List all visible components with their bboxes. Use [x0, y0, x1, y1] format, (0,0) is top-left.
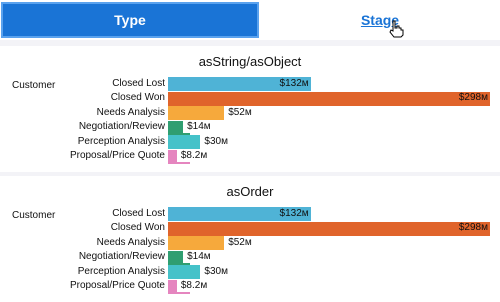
value-label: $298м — [458, 222, 488, 233]
category-label: Perception Analysis — [77, 265, 165, 277]
category-label: Proposal/Price Quote — [69, 150, 165, 161]
chart-panel-2: asOrder Customer Closed Lost $132м Closed … — [0, 176, 500, 302]
bar[interactable] — [168, 265, 201, 277]
chart-panel-1: asString/asObject Customer Closed Lost $1… — [0, 46, 500, 172]
value-label: $14м — [187, 121, 211, 132]
bar[interactable] — [168, 106, 225, 118]
category-label: Negotiation/Review — [78, 251, 165, 262]
chart-title: asOrder — [226, 184, 274, 199]
category-label: Closed Lost — [112, 207, 165, 219]
bar[interactable] — [168, 120, 184, 133]
dimension-label: Customer — [12, 210, 56, 221]
value-label: $132м — [279, 77, 309, 89]
category-label: Closed Won — [110, 222, 165, 233]
category-label: Closed Lost — [112, 77, 165, 89]
bar[interactable] — [168, 279, 177, 292]
value-label: $52м — [228, 106, 252, 118]
category-label: Closed Won — [110, 92, 165, 103]
value-label: $8.2м — [180, 280, 208, 291]
bar[interactable] — [168, 91, 490, 104]
category-label: Perception Analysis — [77, 135, 165, 147]
value-label: $298м — [458, 92, 488, 103]
dimension-label: Customer — [12, 80, 56, 91]
value-label: $52м — [228, 236, 252, 248]
category-label: Proposal/Price Quote — [69, 280, 165, 291]
tab-type-label: Type — [114, 12, 146, 28]
chart-title: asString/asObject — [198, 54, 302, 69]
tab-bar: Type Stage — [0, 0, 500, 40]
bar[interactable] — [168, 250, 184, 263]
value-label: $8.2м — [180, 150, 208, 161]
category-label: Negotiation/Review — [78, 121, 165, 132]
bar[interactable] — [168, 236, 225, 248]
bar[interactable] — [168, 135, 201, 147]
tab-type[interactable]: Type — [1, 2, 259, 38]
hand-cursor-icon — [389, 20, 404, 38]
tab-stage[interactable]: Stage — [260, 0, 500, 40]
bar[interactable] — [168, 149, 177, 162]
bar-underline — [168, 161, 190, 164]
bar-underline — [168, 291, 190, 294]
value-label: $30м — [204, 135, 228, 147]
category-label: Needs Analysis — [96, 106, 165, 118]
category-label: Needs Analysis — [96, 236, 165, 248]
bar[interactable] — [168, 221, 490, 234]
value-label: $14м — [187, 251, 211, 262]
value-label: $132м — [279, 207, 309, 219]
value-label: $30м — [204, 265, 228, 277]
